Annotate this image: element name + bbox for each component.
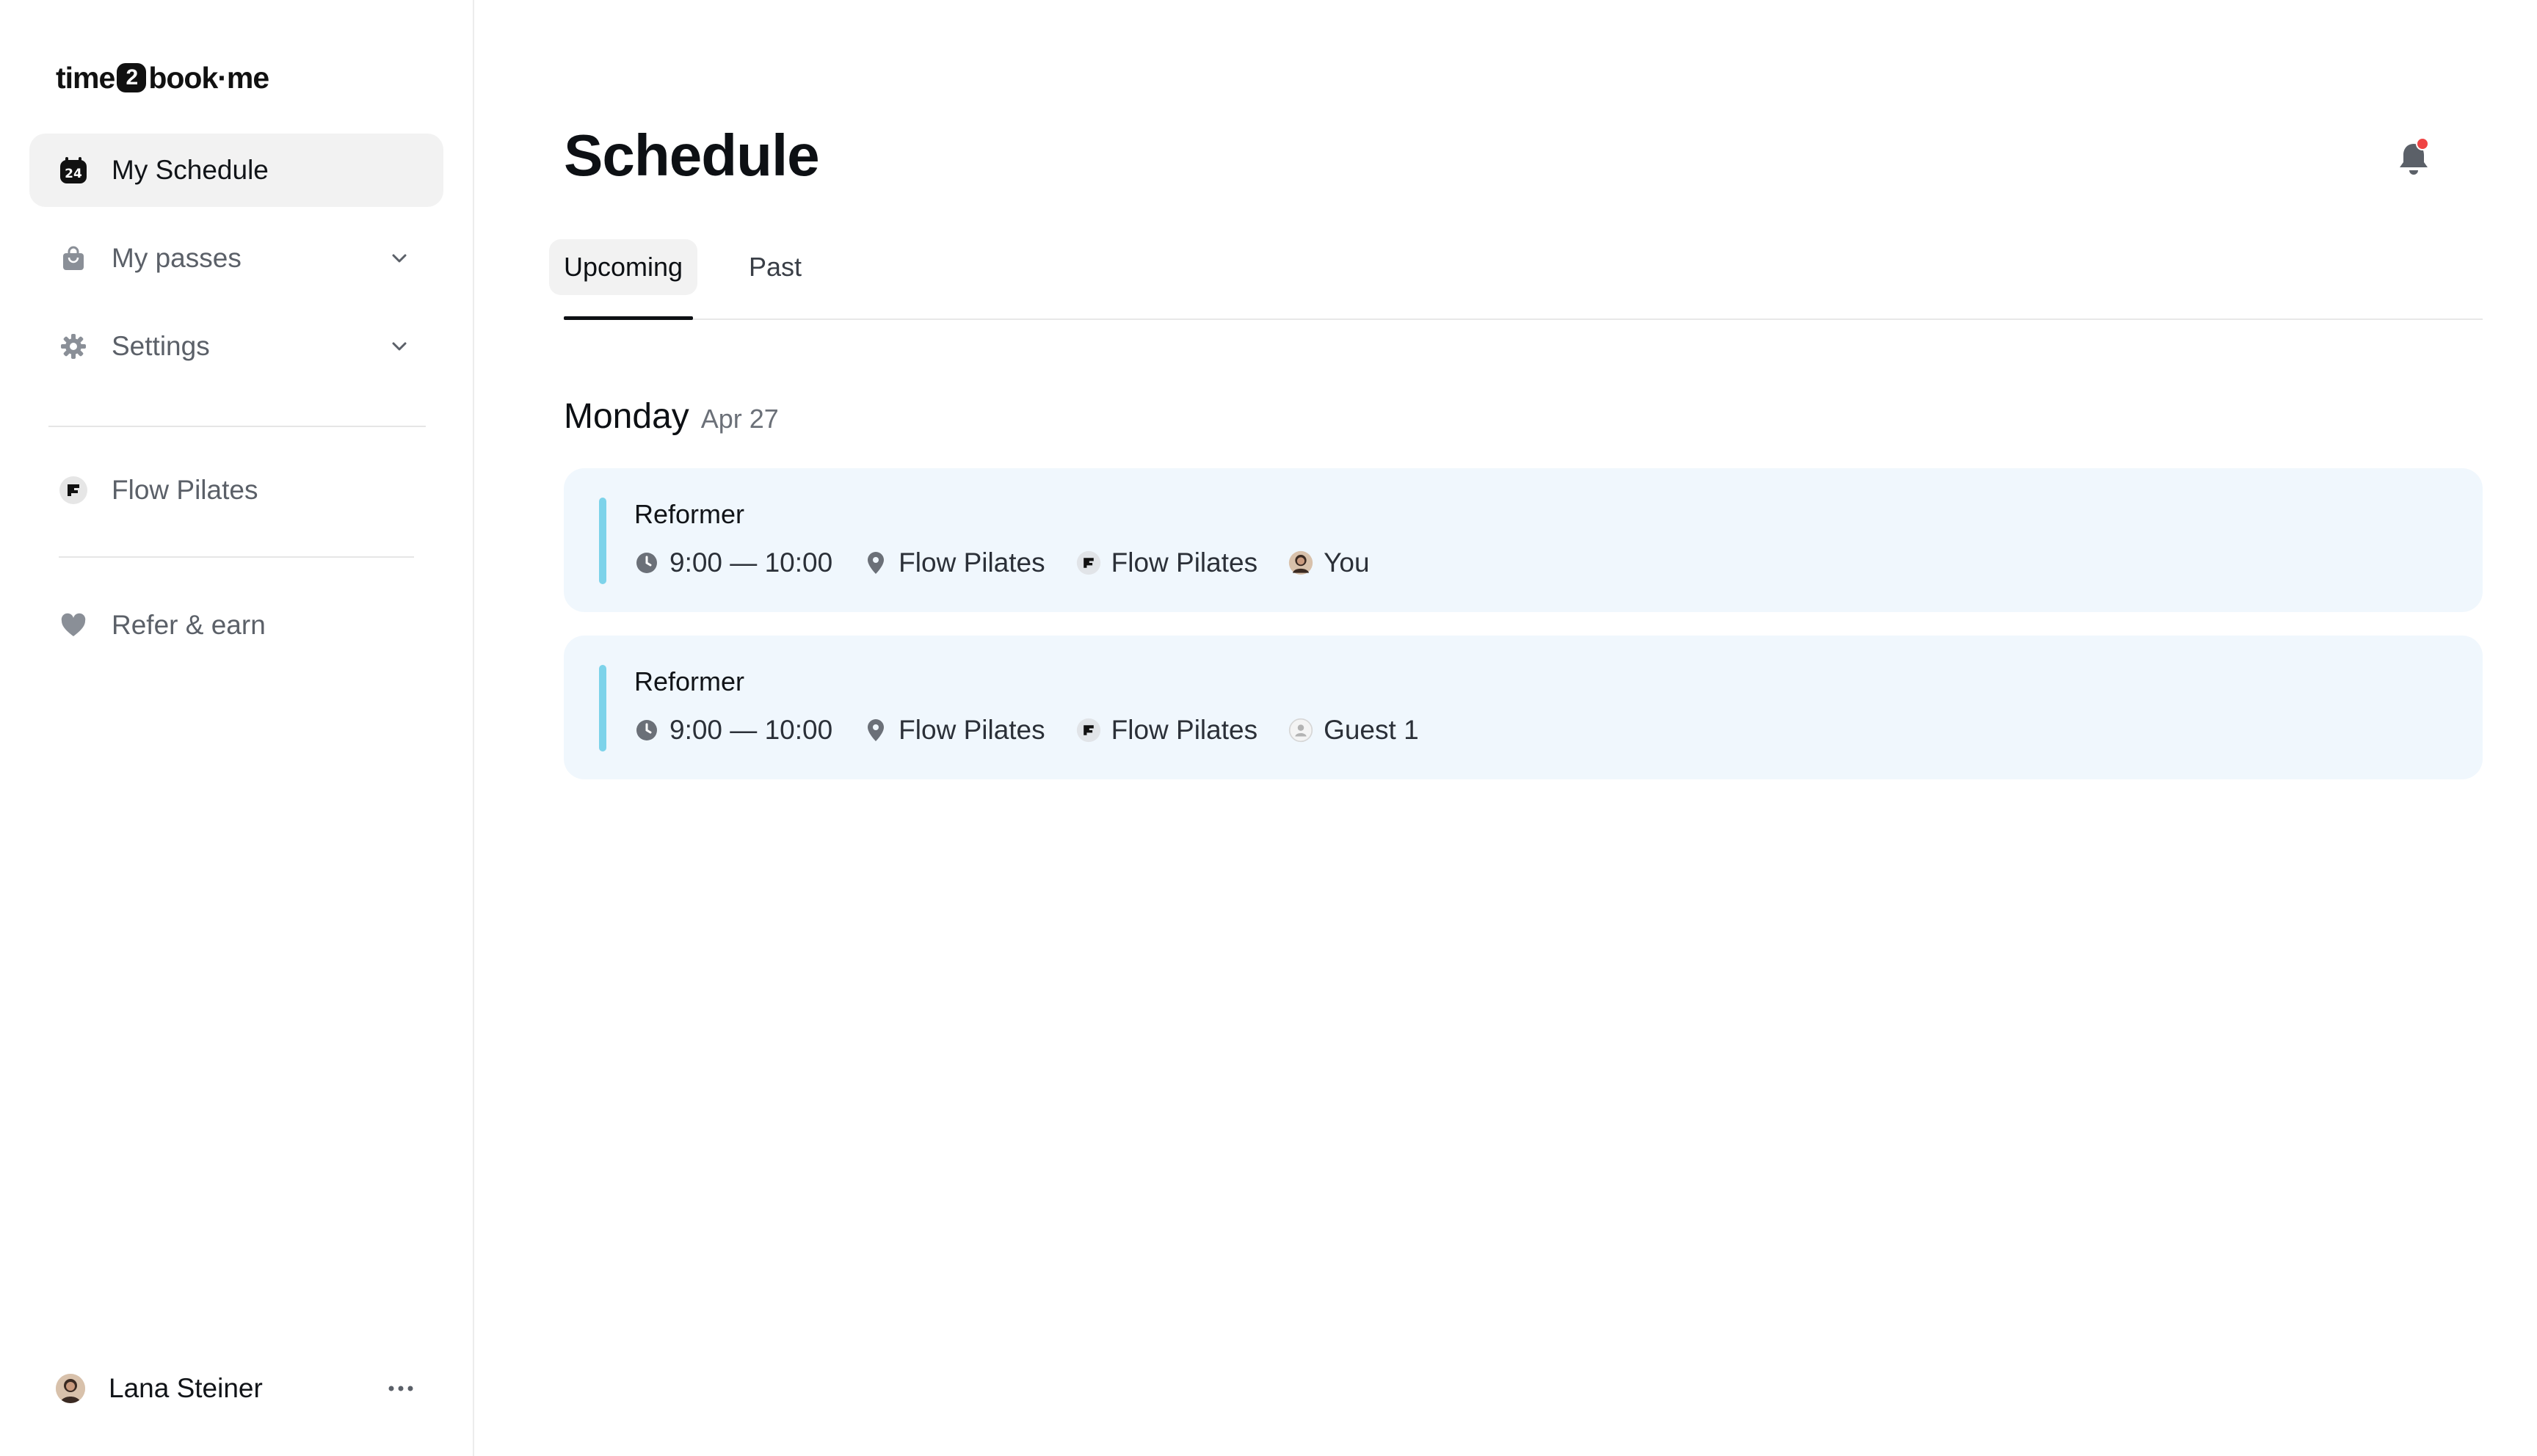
page-title: Schedule — [564, 123, 820, 188]
session-attendee-text: You — [1324, 547, 1370, 578]
sidebar-item-refer-earn[interactable]: Refer & earn — [29, 589, 443, 662]
session-accent-bar — [599, 498, 606, 584]
brand-logo[interactable]: time 2 book·me — [56, 57, 269, 98]
chevron-down-icon[interactable] — [388, 335, 411, 358]
user-name: Lana Steiner — [109, 1373, 263, 1403]
studio-logo-icon — [59, 476, 88, 505]
session-accent-bar — [599, 665, 606, 751]
tab-past[interactable]: Past — [734, 239, 816, 295]
session-time: 9:00 — 10:00 — [634, 715, 832, 746]
session-location-text: Flow Pilates — [899, 715, 1045, 745]
brand-logo-badge: 2 — [117, 63, 147, 92]
session-studio-text: Flow Pilates — [1111, 547, 1258, 578]
tab-upcoming-label: Upcoming — [564, 252, 683, 282]
sidebar-divider — [48, 426, 426, 427]
avatar — [1288, 550, 1313, 575]
session-attendee: Guest 1 — [1288, 715, 1419, 746]
svg-text:24: 24 — [65, 167, 82, 181]
brand-logo-part2: book·me — [148, 60, 269, 95]
user-profile[interactable]: Lana Steiner — [56, 1366, 415, 1410]
sidebar-item-settings[interactable]: Settings — [29, 310, 443, 383]
tab-upcoming[interactable]: Upcoming — [549, 239, 698, 295]
tab-past-label: Past — [749, 252, 802, 282]
sidebar-item-flow-pilates[interactable]: Flow Pilates — [29, 454, 443, 527]
sidebar-item-label: My passes — [112, 243, 242, 273]
studio-logo-icon — [1076, 550, 1101, 575]
app-root: time 2 book·me 24 My Schedule My passes Se… — [0, 0, 2537, 1456]
notification-bell-icon[interactable] — [2392, 136, 2436, 181]
chevron-down-icon[interactable] — [388, 247, 411, 270]
heart-icon — [59, 611, 88, 640]
sidebar: time 2 book·me 24 My Schedule My passes Se… — [0, 0, 474, 1456]
session-studio: Flow Pilates — [1076, 715, 1257, 746]
brand-logo-part1: time — [56, 60, 115, 95]
schedule-tabs: Upcoming Past — [549, 239, 2483, 320]
session-location-text: Flow Pilates — [899, 547, 1045, 578]
session-class-name: Reformer — [634, 666, 745, 696]
studio-logo-icon — [1076, 718, 1101, 743]
sidebar-item-label: Flow Pilates — [112, 475, 258, 505]
sidebar-item-label: Settings — [112, 331, 210, 361]
more-options-icon[interactable] — [386, 1374, 415, 1403]
session-attendee-text: Guest 1 — [1324, 715, 1419, 745]
session-meta: 9:00 — 10:00 Flow Pilates Flow Pilates G… — [634, 712, 1450, 749]
session-card[interactable]: Reformer 9:00 — 10:00 Flow Pilates Flow … — [564, 468, 2483, 612]
sidebar-item-my-passes[interactable]: My passes — [29, 222, 443, 295]
sidebar-item-label: My Schedule — [112, 155, 269, 185]
day-header: Monday Apr 27 — [564, 396, 779, 437]
session-time: 9:00 — 10:00 — [634, 547, 832, 578]
session-studio-text: Flow Pilates — [1111, 715, 1258, 745]
day-date: Apr 27 — [700, 404, 779, 434]
active-tab-indicator — [564, 316, 693, 320]
avatar — [56, 1374, 85, 1403]
calendar-24-icon: 24 — [59, 156, 88, 185]
session-studio: Flow Pilates — [1076, 547, 1257, 578]
session-time-text: 9:00 — 10:00 — [669, 715, 833, 745]
location-pin-icon — [863, 550, 888, 575]
session-time-text: 9:00 — 10:00 — [669, 547, 833, 578]
sidebar-item-label: Refer & earn — [112, 610, 266, 640]
main-content: Schedule Upcoming Past Monday Apr 27 Ref… — [474, 0, 2537, 1456]
session-class-name: Reformer — [634, 499, 745, 529]
session-attendee: You — [1288, 547, 1370, 578]
location-pin-icon — [863, 718, 888, 743]
bag-icon — [59, 244, 88, 273]
session-card[interactable]: Reformer 9:00 — 10:00 Flow Pilates Flow … — [564, 636, 2483, 779]
clock-icon — [634, 718, 659, 743]
day-name: Monday — [564, 397, 689, 436]
guest-user-icon — [1288, 718, 1313, 743]
sidebar-item-my-schedule[interactable]: 24 My Schedule — [29, 134, 443, 207]
sidebar-divider — [59, 556, 414, 558]
session-location: Flow Pilates — [863, 715, 1045, 746]
clock-icon — [634, 550, 659, 575]
gear-icon — [59, 332, 88, 361]
session-meta: 9:00 — 10:00 Flow Pilates Flow Pilates Y… — [634, 545, 1401, 581]
session-location: Flow Pilates — [863, 547, 1045, 578]
